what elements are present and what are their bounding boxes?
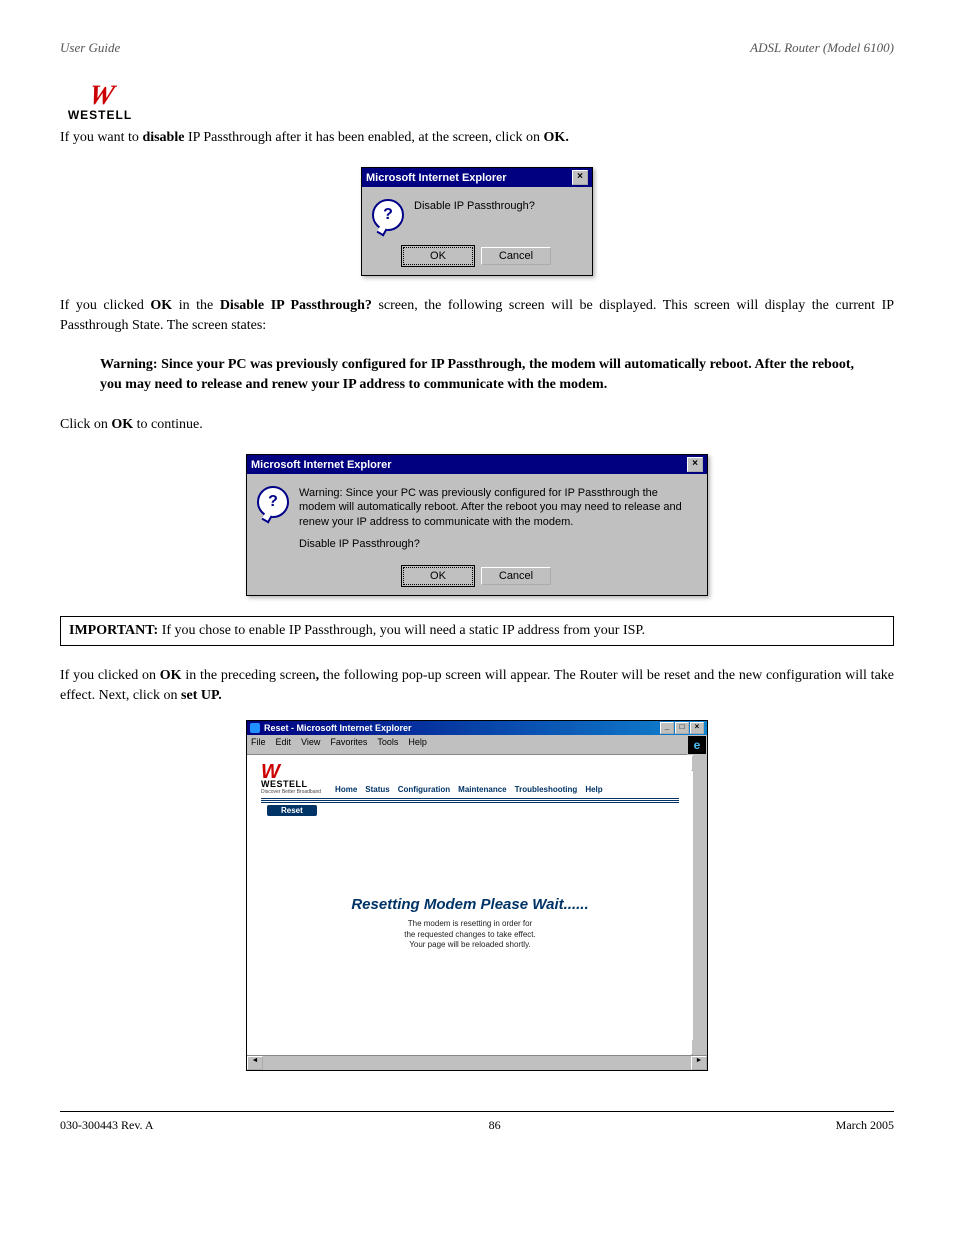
browser-viewport: ▲ ▼ W WESTELL Discover Better Broadband … <box>247 755 707 1055</box>
menu-help[interactable]: Help <box>408 737 427 752</box>
dialog-text: Warning: Since your PC was previously co… <box>299 486 697 551</box>
dialog-title-text: Microsoft Internet Explorer <box>251 459 392 471</box>
para-click-ok: Click on OK to continue. <box>60 415 894 435</box>
menu-file[interactable]: File <box>251 737 266 752</box>
browser-window: Reset - Microsoft Internet Explorer _ □ … <box>246 720 708 1071</box>
reset-heading: Resetting Modem Please Wait...... <box>247 896 693 913</box>
nav-configuration[interactable]: Configuration <box>398 785 450 794</box>
logo-mark: W <box>87 86 112 106</box>
tab-reset[interactable]: Reset <box>267 805 317 816</box>
dialog-titlebar: Microsoft Internet Explorer × <box>362 168 592 187</box>
nav-help[interactable]: Help <box>585 785 602 794</box>
ok-button[interactable]: OK <box>403 247 473 265</box>
scroll-left-icon[interactable]: ◄ <box>247 1056 263 1070</box>
important-note: IMPORTANT: If you chose to enable IP Pas… <box>60 616 894 646</box>
scroll-down-icon[interactable]: ▼ <box>691 1039 707 1055</box>
menu-edit[interactable]: Edit <box>276 737 292 752</box>
browser-menubar: File Edit View Favorites Tools Help <box>247 735 687 755</box>
browser-titlebar: Reset - Microsoft Internet Explorer _ □ … <box>247 721 707 735</box>
close-icon[interactable]: × <box>687 457 703 472</box>
dialog-disable-passthrough: Microsoft Internet Explorer × ? Disable … <box>361 167 593 276</box>
reset-sub2: the requested changes to take effect. <box>247 930 693 940</box>
menu-tools[interactable]: Tools <box>377 737 398 752</box>
para-popup: If you clicked on OK in the preceding sc… <box>60 666 894 705</box>
warning-text: Warning: Since your PC was previously co… <box>100 355 854 394</box>
reset-sub1: The modem is resetting in order for <box>247 919 693 929</box>
cancel-button[interactable]: Cancel <box>481 567 551 585</box>
modem-nav: Home Status Configuration Maintenance Tr… <box>335 785 603 795</box>
nav-status[interactable]: Status <box>365 785 389 794</box>
header-left: User Guide <box>60 40 120 56</box>
dialog-titlebar: Microsoft Internet Explorer × <box>247 455 707 474</box>
ie-throbber-icon: e <box>688 736 706 754</box>
reset-sub3: Your page will be reloaded shortly. <box>247 940 693 950</box>
footer-right: March 2005 <box>836 1118 894 1133</box>
scroll-up-icon[interactable]: ▲ <box>691 755 707 771</box>
question-icon: ? <box>257 486 289 518</box>
menu-view[interactable]: View <box>301 737 320 752</box>
dialog-warning-passthrough: Microsoft Internet Explorer × ? Warning:… <box>246 454 708 596</box>
header-right: ADSL Router (Model 6100) <box>750 40 894 56</box>
dialog-text: Disable IP Passthrough? <box>414 199 535 213</box>
scroll-right-icon[interactable]: ► <box>691 1056 707 1070</box>
menu-favorites[interactable]: Favorites <box>330 737 367 752</box>
minimize-icon[interactable]: _ <box>660 722 674 734</box>
westell-logo-small: W WESTELL Discover Better Broadband <box>261 765 321 795</box>
browser-hscroll: ◄ ► <box>247 1055 707 1070</box>
nav-rule <box>261 797 679 803</box>
footer-center: 86 <box>489 1118 501 1133</box>
page-footer: 030-300443 Rev. A 86 March 2005 <box>60 1111 894 1133</box>
ie-icon <box>250 723 260 733</box>
nav-maintenance[interactable]: Maintenance <box>458 785 506 794</box>
westell-logo: W WESTELL <box>60 86 140 122</box>
dialog-title-text: Microsoft Internet Explorer <box>366 172 507 184</box>
close-icon[interactable]: × <box>572 170 588 185</box>
question-icon: ? <box>372 199 404 231</box>
browser-title-text: Reset - Microsoft Internet Explorer <box>264 723 412 733</box>
nav-home[interactable]: Home <box>335 785 357 794</box>
footer-left: 030-300443 Rev. A <box>60 1118 154 1133</box>
close-icon[interactable]: × <box>690 722 704 734</box>
page-header: User Guide ADSL Router (Model 6100) <box>60 40 894 56</box>
maximize-icon[interactable]: □ <box>675 722 689 734</box>
nav-troubleshooting[interactable]: Troubleshooting <box>515 785 578 794</box>
para-disable: If you want to disable IP Passthrough af… <box>60 128 894 148</box>
ok-button[interactable]: OK <box>403 567 473 585</box>
cancel-button[interactable]: Cancel <box>481 247 551 265</box>
para-after-ok: If you clicked OK in the Disable IP Pass… <box>60 296 894 335</box>
